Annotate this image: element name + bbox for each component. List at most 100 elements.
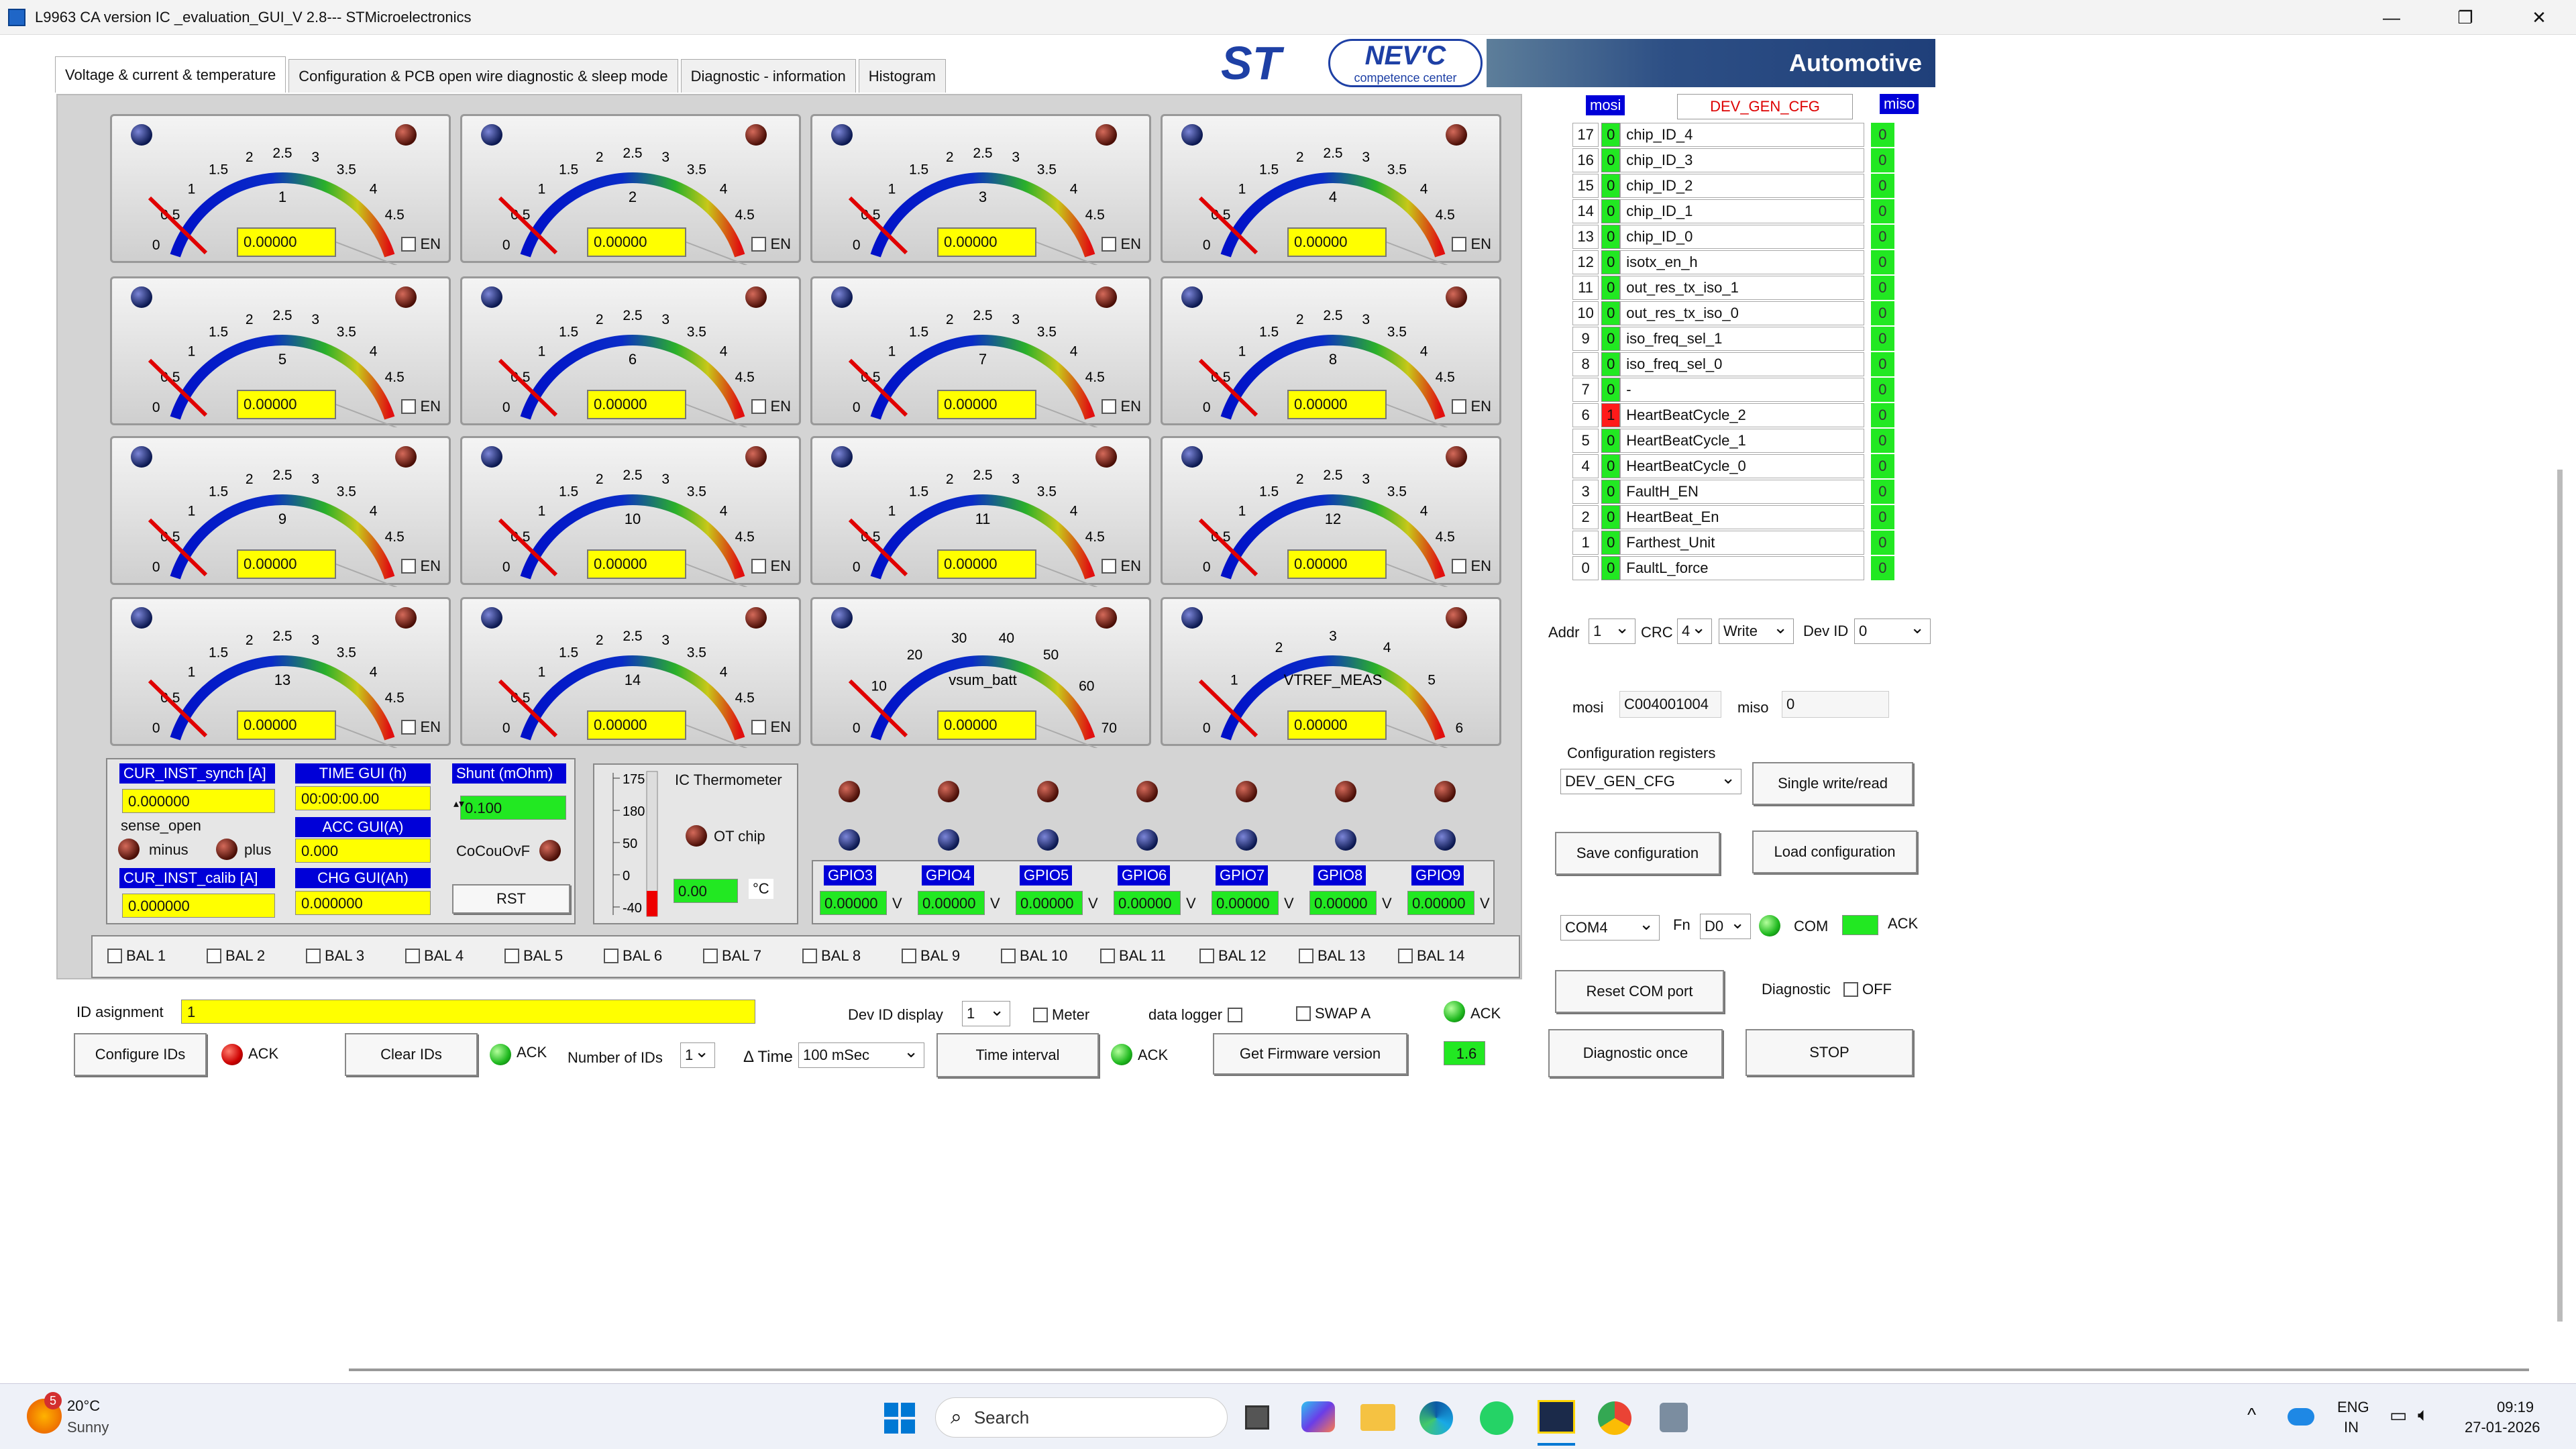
bal-checkbox[interactable]: BAL 4 bbox=[405, 947, 464, 965]
gauge-en-checkbox[interactable]: EN bbox=[401, 718, 441, 736]
gauge-en-checkbox[interactable]: EN bbox=[751, 718, 791, 736]
id-assignment-input[interactable]: 1 bbox=[181, 1000, 755, 1024]
register-mosi-bit[interactable]: 0 bbox=[1601, 505, 1621, 529]
reset-com-port-button[interactable]: Reset COM port bbox=[1555, 970, 1724, 1013]
bal-checkbox[interactable]: BAL 7 bbox=[703, 947, 761, 965]
vertical-scrollbar[interactable] bbox=[2557, 470, 2563, 1322]
volume-icon[interactable]: 🔈︎ bbox=[2418, 1404, 2429, 1426]
evaluation-gui-taskbar-icon[interactable] bbox=[1538, 1400, 1575, 1434]
register-mosi-bit[interactable]: 0 bbox=[1601, 531, 1621, 555]
register-mosi-bit[interactable]: 0 bbox=[1601, 429, 1621, 453]
copilot-icon[interactable] bbox=[1301, 1401, 1335, 1432]
bal-checkbox[interactable]: BAL 14 bbox=[1398, 947, 1464, 965]
file-explorer-icon[interactable] bbox=[1360, 1404, 1395, 1431]
close-button[interactable]: ✕ bbox=[2502, 0, 2576, 35]
crc-input[interactable]: 4 bbox=[1677, 615, 1712, 644]
gauge-en-checkbox[interactable]: EN bbox=[401, 557, 441, 575]
network-icon[interactable]: ▭ bbox=[2390, 1404, 2407, 1426]
clear-ids-button[interactable]: Clear IDs bbox=[345, 1033, 478, 1076]
language-code[interactable]: ENG bbox=[2337, 1399, 2369, 1416]
gauge-en-checkbox[interactable]: EN bbox=[751, 557, 791, 575]
bal-checkbox[interactable]: BAL 11 bbox=[1100, 947, 1166, 965]
bal-checkbox[interactable]: BAL 10 bbox=[1001, 947, 1067, 965]
tab-diagnostic-information[interactable]: Diagnostic - information bbox=[680, 59, 856, 93]
addr-input[interactable]: 1 bbox=[1589, 615, 1635, 644]
register-mosi-bit[interactable]: 0 bbox=[1601, 174, 1621, 198]
bal-checkbox[interactable]: BAL 5 bbox=[504, 947, 563, 965]
gauge-en-checkbox[interactable]: EN bbox=[1102, 235, 1141, 253]
task-view-icon[interactable] bbox=[1245, 1405, 1269, 1430]
num-ids-input[interactable]: 1 bbox=[680, 1039, 715, 1068]
bal-checkbox[interactable]: BAL 1 bbox=[107, 947, 166, 965]
register-mosi-bit[interactable]: 0 bbox=[1601, 199, 1621, 223]
language-region[interactable]: IN bbox=[2344, 1419, 2359, 1436]
gauge-en-checkbox[interactable]: EN bbox=[1452, 235, 1491, 253]
shunt-input[interactable]: 0.100 bbox=[460, 796, 566, 820]
bal-checkbox[interactable]: BAL 6 bbox=[604, 947, 662, 965]
horizontal-scrollbar[interactable] bbox=[349, 1368, 2529, 1371]
datalogger-checkbox[interactable]: data logger bbox=[1148, 1006, 1246, 1024]
devid-select[interactable]: 0 bbox=[1854, 615, 1931, 644]
register-mosi-bit[interactable]: 0 bbox=[1601, 327, 1621, 351]
onedrive-icon[interactable] bbox=[2288, 1408, 2314, 1426]
load-configuration-button[interactable]: Load configuration bbox=[1752, 830, 1917, 873]
com-port-select[interactable]: COM4 bbox=[1560, 912, 1660, 941]
gauge-en-checkbox[interactable]: EN bbox=[401, 398, 441, 415]
register-mosi-bit[interactable]: 0 bbox=[1601, 276, 1621, 300]
register-mosi-bit[interactable]: 0 bbox=[1601, 148, 1621, 172]
meter-checkbox[interactable]: Meter bbox=[1033, 1006, 1089, 1024]
rst-button[interactable]: RST bbox=[452, 884, 570, 914]
register-mosi-bit[interactable]: 0 bbox=[1601, 250, 1621, 274]
register-mosi-bit[interactable]: 0 bbox=[1601, 352, 1621, 376]
tab-voltage[interactable]: Voltage & current & temperature bbox=[55, 56, 286, 93]
swap-a-checkbox[interactable]: SWAP A bbox=[1296, 1005, 1371, 1022]
bal-checkbox[interactable]: BAL 2 bbox=[207, 947, 265, 965]
gauge-en-checkbox[interactable]: EN bbox=[1102, 557, 1141, 575]
whatsapp-icon[interactable] bbox=[1480, 1401, 1513, 1435]
chrome-icon[interactable] bbox=[1598, 1401, 1631, 1435]
gauge-en-checkbox[interactable]: EN bbox=[1452, 398, 1491, 415]
devid-display-select[interactable]: 1 bbox=[962, 998, 1010, 1026]
windows-start-icon[interactable] bbox=[884, 1403, 915, 1434]
mode-select[interactable]: Write bbox=[1719, 615, 1794, 644]
fn-input[interactable]: D0 bbox=[1700, 910, 1751, 939]
bal-checkbox[interactable]: BAL 8 bbox=[802, 947, 861, 965]
single-write-read-button[interactable]: Single write/read bbox=[1752, 762, 1913, 805]
register-mosi-bit[interactable]: 0 bbox=[1601, 301, 1621, 325]
configure-ids-button[interactable]: Configure IDs bbox=[74, 1033, 207, 1076]
stop-button[interactable]: STOP bbox=[1746, 1029, 1913, 1076]
clock-date[interactable]: 27-01-2026 bbox=[2465, 1419, 2540, 1436]
bal-checkbox[interactable]: BAL 3 bbox=[306, 947, 364, 965]
time-interval-button[interactable]: Time interval bbox=[936, 1033, 1099, 1077]
settings-app-icon[interactable] bbox=[1660, 1403, 1688, 1432]
delta-time-select[interactable]: 100 mSec bbox=[798, 1039, 924, 1068]
diagnostic-toggle[interactable]: OFF bbox=[1843, 981, 1892, 998]
register-mosi-bit[interactable]: 0 bbox=[1601, 454, 1621, 478]
chevron-up-icon[interactable]: ^ bbox=[2247, 1404, 2256, 1426]
tab-histogram[interactable]: Histogram bbox=[858, 59, 946, 93]
edge-icon[interactable] bbox=[1419, 1401, 1453, 1435]
get-firmware-button[interactable]: Get Firmware version bbox=[1213, 1033, 1407, 1075]
gauge-en-checkbox[interactable]: EN bbox=[1102, 398, 1141, 415]
maximize-button[interactable]: ❐ bbox=[2428, 0, 2502, 35]
bal-checkbox[interactable]: BAL 9 bbox=[902, 947, 960, 965]
gauge-en-checkbox[interactable]: EN bbox=[751, 398, 791, 415]
save-configuration-button[interactable]: Save configuration bbox=[1555, 832, 1720, 875]
register-mosi-bit[interactable]: 0 bbox=[1601, 123, 1621, 147]
tab-configuration[interactable]: Configuration & PCB open wire diagnostic… bbox=[288, 59, 678, 93]
minimize-button[interactable]: — bbox=[2355, 0, 2428, 35]
gauge-en-checkbox[interactable]: EN bbox=[401, 235, 441, 253]
register-mosi-bit[interactable]: 0 bbox=[1601, 556, 1621, 580]
gauge-en-checkbox[interactable]: EN bbox=[1452, 557, 1491, 575]
register-mosi-bit[interactable]: 0 bbox=[1601, 225, 1621, 249]
register-mosi-bit[interactable]: 0 bbox=[1601, 480, 1621, 504]
gauge-en-checkbox[interactable]: EN bbox=[751, 235, 791, 253]
taskbar-search[interactable]: ⌕ Search bbox=[935, 1397, 1228, 1438]
bal-checkbox[interactable]: BAL 12 bbox=[1199, 947, 1266, 965]
bal-checkbox[interactable]: BAL 13 bbox=[1299, 947, 1365, 965]
clock-time[interactable]: 09:19 bbox=[2497, 1399, 2534, 1416]
cfg-registers-select[interactable]: DEV_GEN_CFG bbox=[1560, 765, 1741, 794]
register-mosi-bit[interactable]: 0 bbox=[1601, 378, 1621, 402]
register-mosi-bit[interactable]: 1 bbox=[1601, 403, 1621, 427]
shunt-spinner-icon[interactable]: ▴▾ bbox=[453, 797, 464, 810]
